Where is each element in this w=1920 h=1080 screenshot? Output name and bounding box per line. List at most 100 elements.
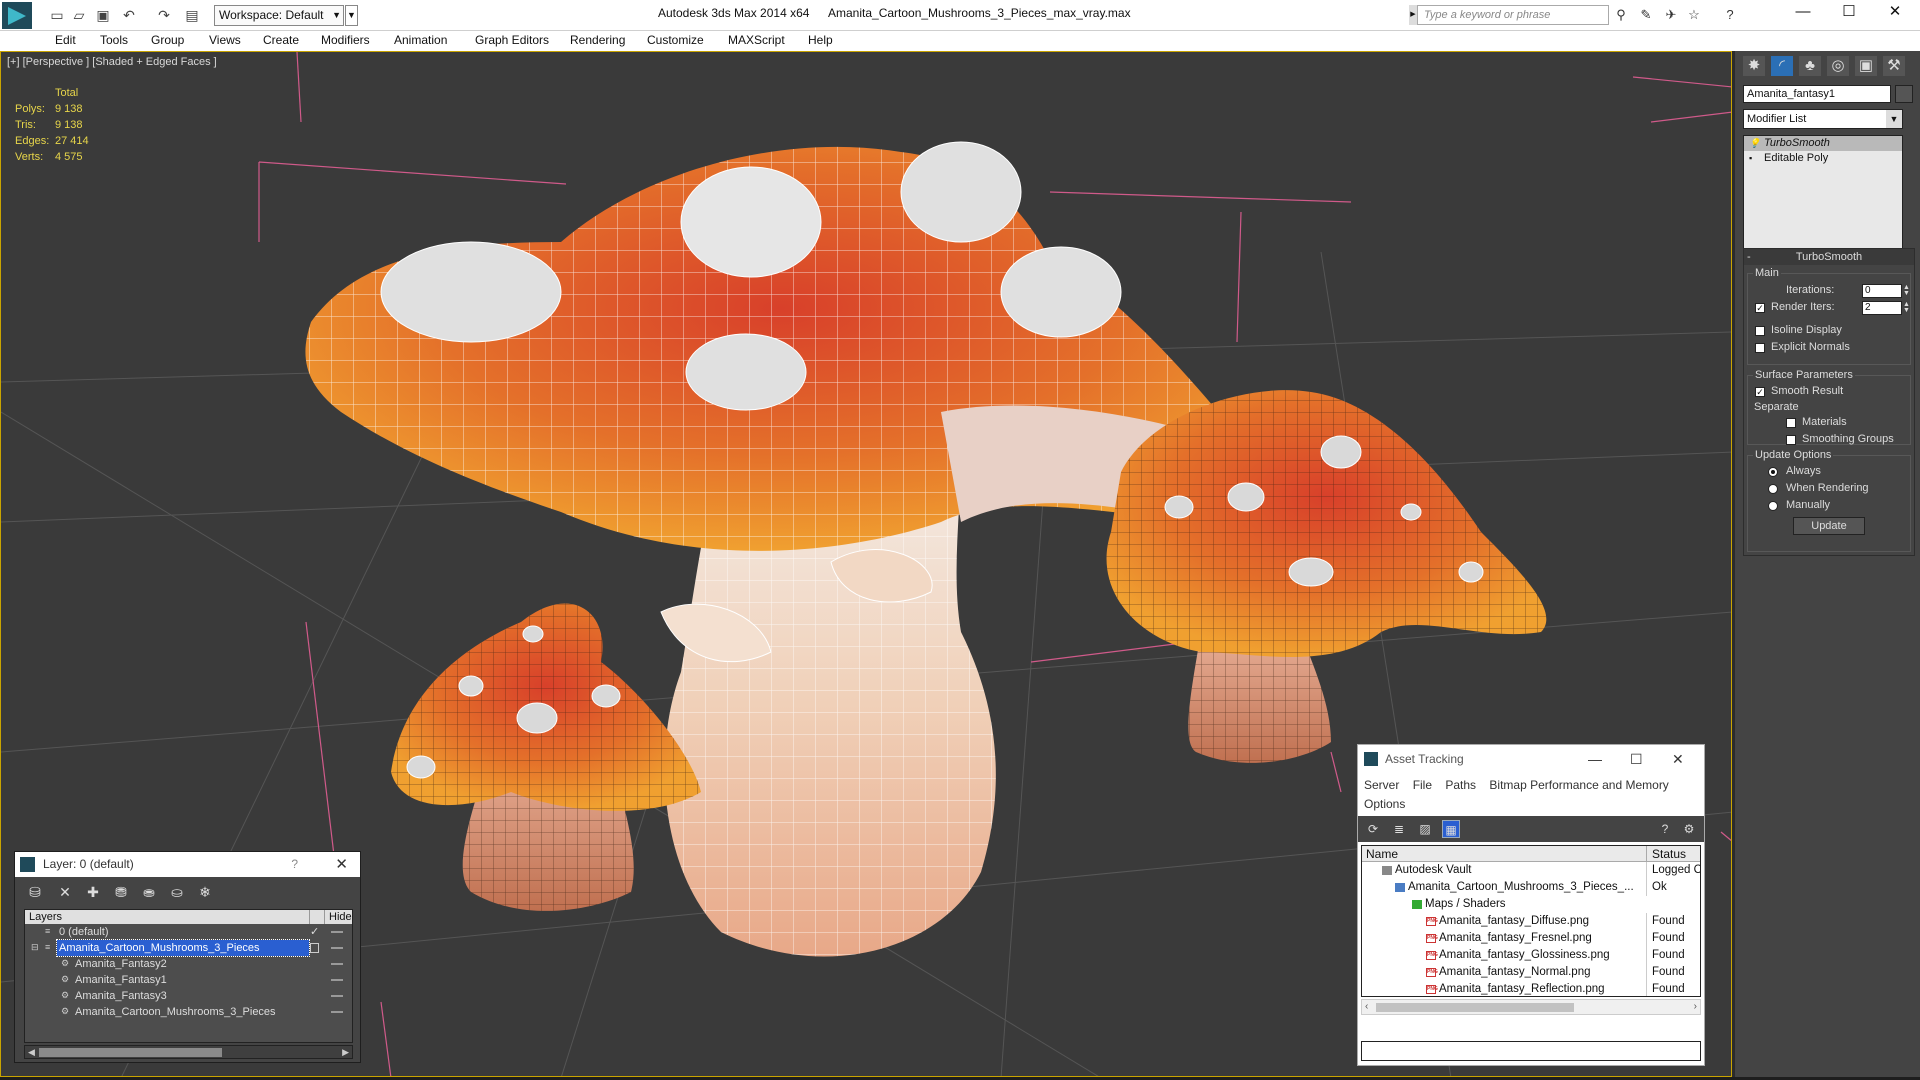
save-icon[interactable]: ▣ xyxy=(94,6,112,24)
object-color-swatch[interactable] xyxy=(1895,85,1913,103)
hide-column-header[interactable]: Hide xyxy=(324,910,354,924)
materials-checkbox[interactable] xyxy=(1786,418,1796,428)
smoothing-groups-checkbox[interactable] xyxy=(1786,435,1796,445)
asset-row[interactable]: PNG Amanita_fantasy_Glossiness.png Found xyxy=(1362,947,1700,964)
asset-menu-options[interactable]: Options xyxy=(1364,797,1405,811)
asset-menu-file[interactable]: File xyxy=(1413,778,1432,792)
help-icon[interactable]: ? xyxy=(291,852,298,877)
hide-toggle[interactable] xyxy=(331,947,343,949)
stack-item-turbosmooth[interactable]: 💡 TurboSmooth xyxy=(1744,136,1902,151)
new-file-icon[interactable]: ▭ xyxy=(48,6,66,24)
spinner-arrows-icon[interactable]: ▲ ▼ xyxy=(1903,284,1911,297)
table-view-icon[interactable]: ▦ xyxy=(1442,820,1460,838)
project-folder-icon[interactable]: ▤ xyxy=(183,6,201,24)
menu-tools[interactable]: Tools xyxy=(100,33,128,47)
menu-customize[interactable]: Customize xyxy=(647,33,704,47)
maximize-button[interactable]: ☐ xyxy=(1826,0,1872,26)
app-logo-button[interactable] xyxy=(2,2,32,29)
menu-views[interactable]: Views xyxy=(209,33,241,47)
scroll-right-icon[interactable]: › xyxy=(1694,1000,1697,1014)
render-iters-spinner[interactable]: 2 ▲ ▼ xyxy=(1862,301,1910,315)
binoculars-icon[interactable]: ⚲ xyxy=(1613,7,1629,23)
asset-row[interactable]: PNG Amanita_fantasy_Fresnel.png Found xyxy=(1362,930,1700,947)
close-icon[interactable]: ✕ xyxy=(335,852,348,877)
communication-icon[interactable]: ✈ xyxy=(1663,7,1679,23)
create-layer-icon[interactable]: ⛁ xyxy=(25,882,45,902)
hide-toggle[interactable] xyxy=(331,963,343,965)
layer-horizontal-scrollbar[interactable]: ◀ ▶ xyxy=(24,1045,353,1059)
layer-row[interactable]: ⚙ Amanita_Fantasy1 xyxy=(25,972,352,988)
thumbnail-view-icon[interactable]: ▨ xyxy=(1416,820,1434,838)
asset-row[interactable]: PNG Amanita_fantasy_Diffuse.png Found xyxy=(1362,913,1700,930)
favorites-star-icon[interactable]: ☆ xyxy=(1686,7,1702,23)
close-button[interactable]: ✕ xyxy=(1872,0,1918,26)
settings-icon[interactable]: ⚙ xyxy=(1680,820,1698,838)
asset-menu-server[interactable]: Server xyxy=(1364,778,1399,792)
workspace-menu-arrow[interactable]: ▼ xyxy=(345,5,358,26)
redo-icon[interactable]: ↷ xyxy=(155,6,173,24)
lightbulb-icon[interactable]: 💡 xyxy=(1749,138,1760,148)
current-layer-box[interactable] xyxy=(310,943,319,953)
refresh-icon[interactable]: ⟳ xyxy=(1364,820,1382,838)
smooth-result-checkbox[interactable]: ✓ xyxy=(1755,387,1765,397)
subscription-icon[interactable]: ✎ xyxy=(1638,7,1654,23)
hide-toggle[interactable] xyxy=(331,1011,343,1013)
collapse-icon[interactable]: ⊟ xyxy=(31,943,40,952)
explicit-normals-checkbox[interactable] xyxy=(1755,343,1765,353)
delete-layer-icon[interactable]: ✕ xyxy=(55,882,75,902)
collapse-box-icon[interactable]: ▪ xyxy=(1749,153,1758,163)
scroll-right-icon[interactable]: ▶ xyxy=(342,1046,349,1058)
highlight-layer-icon[interactable]: ⛂ xyxy=(139,882,159,902)
menu-edit[interactable]: Edit xyxy=(55,33,76,47)
list-view-icon[interactable]: ≣ xyxy=(1390,820,1408,838)
close-icon[interactable]: ✕ xyxy=(1672,745,1684,773)
asset-row[interactable]: Amanita_Cartoon_Mushrooms_3_Pieces_... Ok xyxy=(1362,879,1700,896)
menu-create[interactable]: Create xyxy=(263,33,299,47)
scroll-thumb[interactable] xyxy=(1376,1003,1574,1012)
spinner-arrows-icon[interactable]: ▲ ▼ xyxy=(1903,301,1911,314)
stack-item-editable-poly[interactable]: ▪ Editable Poly xyxy=(1744,151,1902,166)
minimize-button[interactable]: — xyxy=(1780,0,1826,26)
layer-row[interactable]: ⚙ Amanita_Fantasy3 xyxy=(25,988,352,1004)
motion-tab-icon[interactable]: ◎ xyxy=(1827,56,1849,76)
asset-row[interactable]: PNG Amanita_fantasy_Reflection.png Found xyxy=(1362,981,1700,996)
update-button[interactable]: Update xyxy=(1793,517,1865,535)
add-to-layer-icon[interactable]: ✚ xyxy=(83,882,103,902)
create-tab-icon[interactable]: ✸ xyxy=(1743,56,1765,76)
scroll-left-icon[interactable]: ◀ xyxy=(28,1046,35,1058)
asset-row[interactable]: PNG Amanita_fantasy_Normal.png Found xyxy=(1362,964,1700,981)
scroll-left-icon[interactable]: ‹ xyxy=(1365,1000,1368,1014)
asset-menu-bitmap[interactable]: Bitmap Performance and Memory xyxy=(1489,778,1668,792)
object-name-field[interactable]: Amanita_fantasy1 xyxy=(1743,85,1891,103)
search-expand-arrow[interactable]: ▶ xyxy=(1409,5,1417,25)
asset-row[interactable]: Autodesk Vault Logged C xyxy=(1362,862,1700,879)
freeze-all-icon[interactable]: ❄ xyxy=(195,882,215,902)
hide-toggle[interactable] xyxy=(331,979,343,981)
modifier-list-dropdown[interactable]: Modifier List ▼ xyxy=(1743,109,1903,129)
search-input[interactable]: Type a keyword or phrase xyxy=(1417,5,1609,25)
display-tab-icon[interactable]: ▣ xyxy=(1855,56,1877,76)
undo-icon[interactable]: ↶ xyxy=(120,6,138,24)
help-icon[interactable]: ? xyxy=(1656,820,1674,838)
menu-maxscript[interactable]: MAXScript xyxy=(728,33,785,47)
layer-row[interactable]: ⚙ Amanita_Fantasy2 xyxy=(25,956,352,972)
workspace-dropdown[interactable]: Workspace: Default ▼ xyxy=(214,5,344,26)
render-iters-checkbox[interactable]: ✓ xyxy=(1755,303,1765,313)
asset-window-titlebar[interactable]: Asset Tracking — ☐ ✕ xyxy=(1358,745,1704,773)
modify-tab-icon[interactable]: ◜ xyxy=(1771,56,1793,76)
hide-toggle[interactable] xyxy=(331,995,343,997)
layers-column-header[interactable]: Layers xyxy=(29,910,62,924)
menu-modifiers[interactable]: Modifiers xyxy=(321,33,370,47)
menu-help[interactable]: Help xyxy=(808,33,833,47)
asset-row[interactable]: Maps / Shaders xyxy=(1362,896,1700,913)
hide-all-icon[interactable]: ⛀ xyxy=(167,882,187,902)
open-file-icon[interactable]: ▱ xyxy=(70,6,88,24)
layer-row[interactable]: ⊟ ≡ Amanita_Cartoon_Mushrooms_3_Pieces xyxy=(25,939,352,957)
menu-rendering[interactable]: Rendering xyxy=(570,33,625,47)
when-rendering-radio[interactable] xyxy=(1768,484,1778,494)
help-icon[interactable]: ? xyxy=(1722,7,1738,23)
minimize-icon[interactable]: — xyxy=(1588,745,1602,773)
viewport-label[interactable]: [+] [Perspective ] [Shaded + Edged Faces… xyxy=(7,56,217,68)
hide-toggle[interactable] xyxy=(331,931,343,933)
name-column-header[interactable]: Name xyxy=(1366,846,1398,862)
